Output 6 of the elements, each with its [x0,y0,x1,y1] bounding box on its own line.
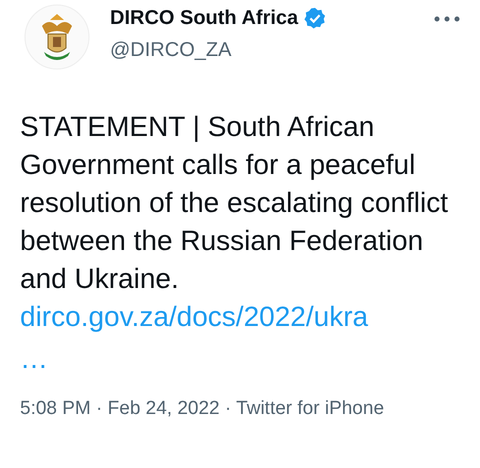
tweet-text: STATEMENT | South African Government calls for a peaceful resolution of the escalating conflict between the Russian Federation and Ukraine. [20,110,450,296]
account-handle[interactable]: @DIRCO_ZA [110,36,326,64]
more-icon[interactable] [434,16,460,22]
tweet-timestamp: 5:08 PM · Feb 24, 2022 · Twitter for iPhone [20,398,384,420]
account-name[interactable]: DIRCO South Africa [110,4,298,32]
coat-of-arms-avatar[interactable] [24,4,90,70]
